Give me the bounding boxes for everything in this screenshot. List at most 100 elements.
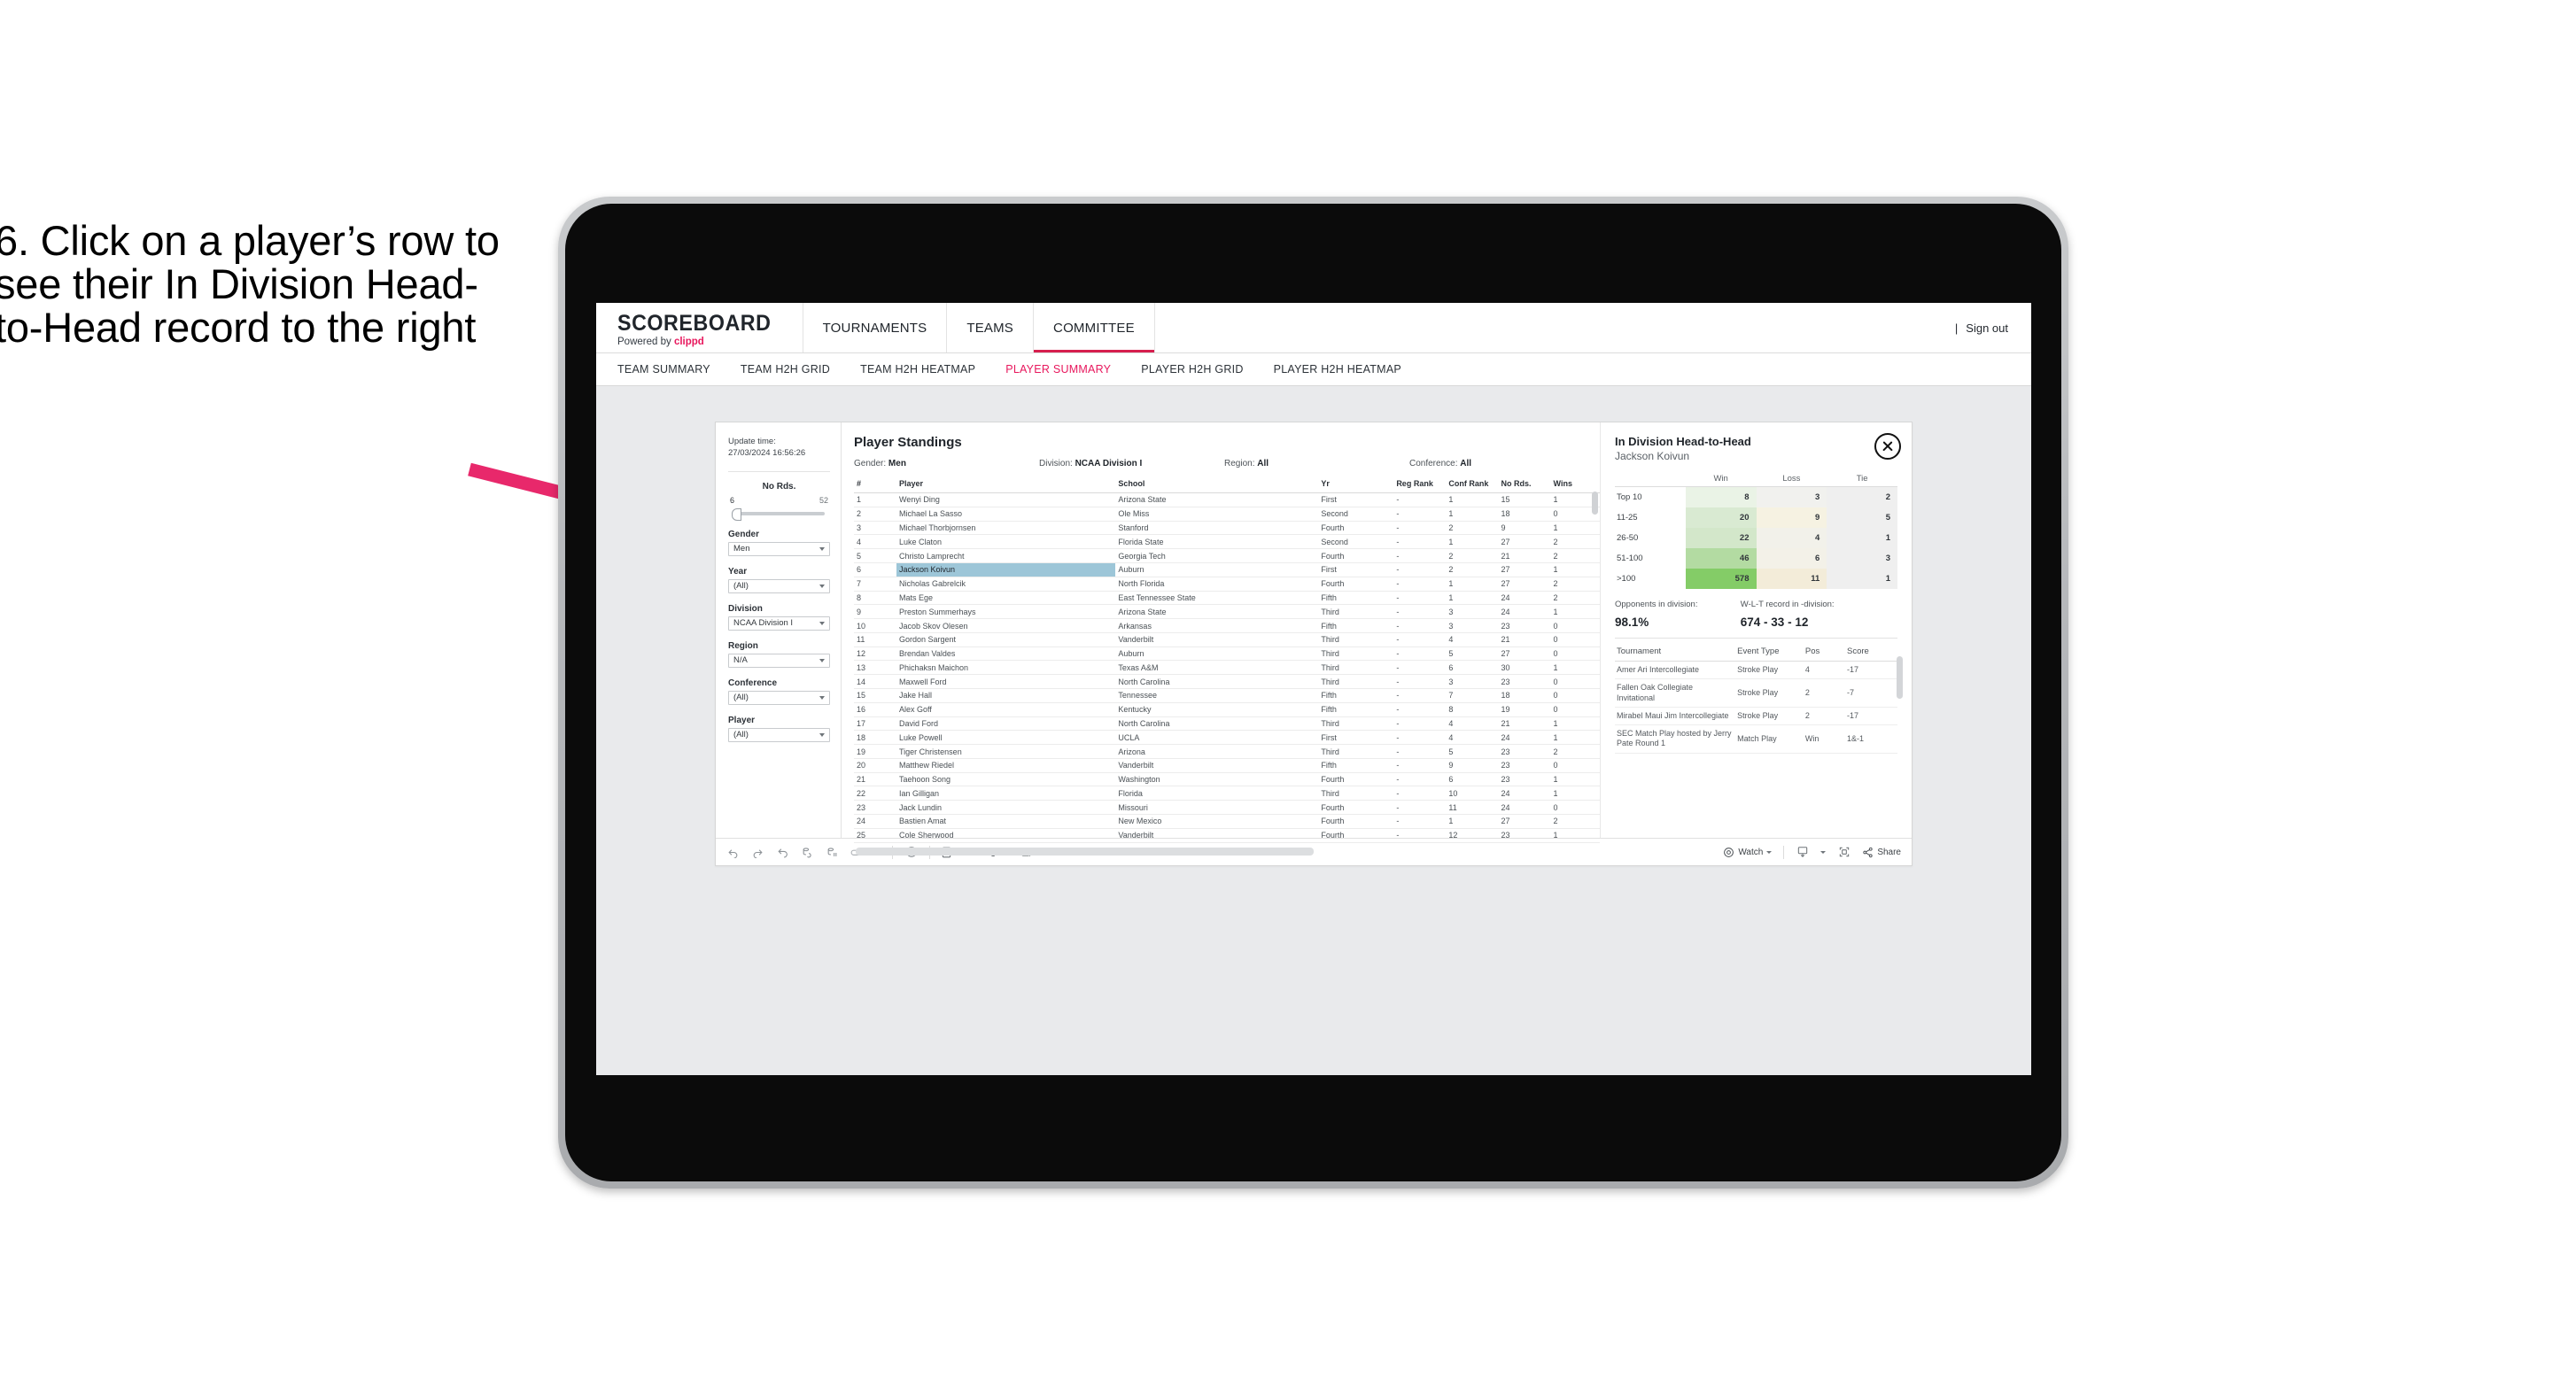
tab-team-summary[interactable]: TEAM SUMMARY — [617, 363, 710, 376]
tab-player-h2h-grid[interactable]: PLAYER H2H GRID — [1141, 363, 1243, 376]
filter-region-select[interactable]: N/A — [728, 653, 830, 668]
close-icon[interactable] — [1874, 433, 1901, 460]
pause-data-icon[interactable] — [826, 846, 839, 859]
tournament-vertical-scrollbar[interactable] — [1897, 656, 1903, 699]
th-yr[interactable]: Yr — [1318, 477, 1394, 494]
th-wins[interactable]: Wins — [1550, 477, 1600, 494]
cell-no-rds: 23 — [1498, 828, 1551, 843]
th-no-rds[interactable]: No Rds. — [1498, 477, 1551, 494]
share-button[interactable]: Share — [1862, 847, 1901, 858]
cell-conf-rank: 3 — [1446, 618, 1499, 633]
table-row[interactable]: 22 Ian Gilligan Florida Third -10 24 1 — [854, 786, 1600, 801]
tab-team-h2h-grid[interactable]: TEAM H2H GRID — [741, 363, 830, 376]
nav-committee[interactable]: COMMITTEE — [1034, 303, 1155, 352]
table-row[interactable]: 19 Tiger Christensen Arizona Third -5 23 2 — [854, 744, 1600, 759]
table-row[interactable]: 13 Phichaksn Maichon Texas A&M Third -6 30 1 — [854, 660, 1600, 676]
redo-icon[interactable] — [751, 846, 764, 859]
tab-team-h2h-heatmap[interactable]: TEAM H2H HEATMAP — [860, 363, 975, 376]
cell-reg-rank: - — [1393, 688, 1447, 703]
no-rounds-slider-track[interactable] — [732, 507, 825, 521]
no-rounds-slider-handle[interactable] — [732, 507, 741, 521]
table-row[interactable]: 10 Jacob Skov Olesen Arkansas Fifth -3 23 0 — [854, 618, 1600, 633]
cell-reg-rank: - — [1393, 632, 1447, 647]
table-row[interactable]: 18 Luke Powell UCLA First -4 24 1 — [854, 730, 1600, 746]
cell-wins: 0 — [1550, 688, 1600, 703]
h2h-cell-loss: 6 — [1756, 548, 1827, 569]
th-school[interactable]: School — [1115, 477, 1319, 494]
filter-region-value: N/A — [733, 655, 748, 666]
table-row[interactable]: 21 Taehoon Song Washington Fourth -6 23 1 — [854, 772, 1600, 787]
tournament-row[interactable]: Mirabel Maui Jim Intercollegiate Stroke P… — [1615, 707, 1897, 726]
chevron-down-icon[interactable] — [1820, 850, 1827, 854]
cell-school: Stanford — [1115, 521, 1319, 536]
filter-conference: Conference (All) — [728, 678, 830, 705]
table-row[interactable]: 2 Michael La Sasso Ole Miss Second -1 18 0 — [854, 507, 1600, 522]
table-row[interactable]: 15 Jake Hall Tennessee Fifth -7 18 0 — [854, 688, 1600, 703]
table-row[interactable]: 11 Gordon Sargent Vanderbilt Third -4 21 0 — [854, 632, 1600, 647]
th-conf-rank[interactable]: Conf Rank — [1446, 477, 1499, 494]
standings-vertical-scrollbar[interactable] — [1592, 492, 1598, 515]
h2h-player-name: Jackson Koivun — [1615, 450, 1690, 462]
table-row[interactable]: 14 Maxwell Ford North Carolina Third -3 23 0 — [854, 674, 1600, 690]
h2h-cell-win: 22 — [1685, 528, 1757, 548]
cell-reg-rank: - — [1393, 772, 1447, 787]
table-row[interactable]: 9 Preston Summerhays Arizona State Third -3 2… — [854, 604, 1600, 620]
table-row[interactable]: 7 Nicholas Gabrelcik North Florida Fourth -1… — [854, 577, 1600, 592]
nav-tournaments[interactable]: TOURNAMENTS — [803, 303, 948, 352]
h2h-col-loss: Loss — [1756, 473, 1827, 487]
tournament-row[interactable]: SEC Match Play hosted by Jerry Pate Roun… — [1615, 724, 1897, 754]
tournament-row[interactable]: Fallen Oak Collegiate Invitational Stroke… — [1615, 678, 1897, 708]
cell-reg-rank: - — [1393, 647, 1447, 662]
table-row[interactable]: 17 David Ford North Carolina Third -4 21 1 — [854, 716, 1600, 732]
tournament-row[interactable]: Amer Ari Intercollegiate Stroke Play 4 -17 — [1615, 661, 1897, 680]
brand-name: SCOREBOARD — [617, 311, 772, 337]
filter-conference-select[interactable]: (All) — [728, 690, 830, 705]
table-row[interactable]: 6 Jackson Koivun Auburn First -2 27 1 — [854, 562, 1600, 577]
cell-reg-rank: - — [1393, 492, 1447, 507]
table-row[interactable]: 23 Jack Lundin Missouri Fourth -11 24 0 — [854, 800, 1600, 816]
standings-horizontal-scrollbar[interactable] — [856, 847, 1315, 856]
cell-wins: 0 — [1550, 618, 1600, 633]
watch-button[interactable]: Watch — [1723, 847, 1773, 858]
chevron-down-icon — [1766, 850, 1773, 854]
sign-out-link[interactable]: Sign out — [1966, 321, 2008, 335]
fullscreen-icon[interactable] — [1837, 846, 1851, 859]
cell-player: Luke Claton — [896, 534, 1116, 550]
th-player[interactable]: Player — [896, 477, 1116, 494]
table-row[interactable]: 20 Matthew Riedel Vanderbilt Fifth -9 23 0 — [854, 758, 1600, 773]
table-row[interactable]: 3 Michael Thorbjornsen Stanford Fourth -2 9 1 — [854, 521, 1600, 536]
cell-player: Michael Thorbjornsen — [896, 521, 1116, 536]
cell-player: Bastien Amat — [896, 814, 1116, 829]
refresh-data-icon[interactable] — [801, 846, 814, 859]
table-row[interactable]: 1 Wenyi Ding Arizona State First -1 15 1 — [854, 492, 1600, 507]
th-reg-rank[interactable]: Reg Rank — [1393, 477, 1447, 494]
cell-school: Tennessee — [1115, 688, 1319, 703]
table-row[interactable]: 12 Brendan Valdes Auburn Third -5 27 0 — [854, 647, 1600, 662]
tab-player-summary[interactable]: PLAYER SUMMARY — [1005, 363, 1111, 376]
wlt-record: W-L-T record in -division: 674 - 33 - 12 — [1741, 600, 1897, 629]
cell-wins: 1 — [1550, 521, 1600, 536]
h2h-cell-tie: 1 — [1827, 528, 1897, 548]
undo-icon[interactable] — [726, 846, 740, 859]
table-row[interactable]: 24 Bastien Amat New Mexico Fourth -1 27 2 — [854, 814, 1600, 829]
filter-player-select[interactable]: (All) — [728, 727, 830, 742]
cell-wins: 0 — [1550, 632, 1600, 647]
cell-yr: Third — [1318, 647, 1394, 662]
cell-player: Jacob Skov Olesen — [896, 618, 1116, 633]
filter-division-select[interactable]: NCAA Division I — [728, 616, 830, 631]
nav-teams[interactable]: TEAMS — [947, 303, 1035, 352]
filter-year-select[interactable]: (All) — [728, 578, 830, 593]
table-row[interactable]: 16 Alex Goff Kentucky Fifth -8 19 0 — [854, 702, 1600, 717]
cell-rank: 7 — [854, 577, 896, 592]
th-rank[interactable]: # — [854, 477, 896, 494]
table-row[interactable]: 8 Mats Ege East Tennessee State Fifth -1 24 2 — [854, 591, 1600, 606]
cell-tournament: Amer Ari Intercollegiate — [1615, 661, 1736, 680]
table-row[interactable]: 25 Cole Sherwood Vanderbilt Fourth -12 23 1 — [854, 828, 1600, 843]
filter-gender-select[interactable]: Men — [728, 541, 830, 556]
revert-icon[interactable] — [776, 846, 789, 859]
table-row[interactable]: 5 Christo Lamprecht Georgia Tech Fourth -2 21… — [854, 548, 1600, 563]
table-row[interactable]: 4 Luke Claton Florida State Second -1 27 2 — [854, 534, 1600, 550]
tab-player-h2h-heatmap[interactable]: PLAYER H2H HEATMAP — [1274, 363, 1401, 376]
cell-yr: Fourth — [1318, 828, 1394, 843]
download-icon[interactable] — [1796, 846, 1809, 859]
